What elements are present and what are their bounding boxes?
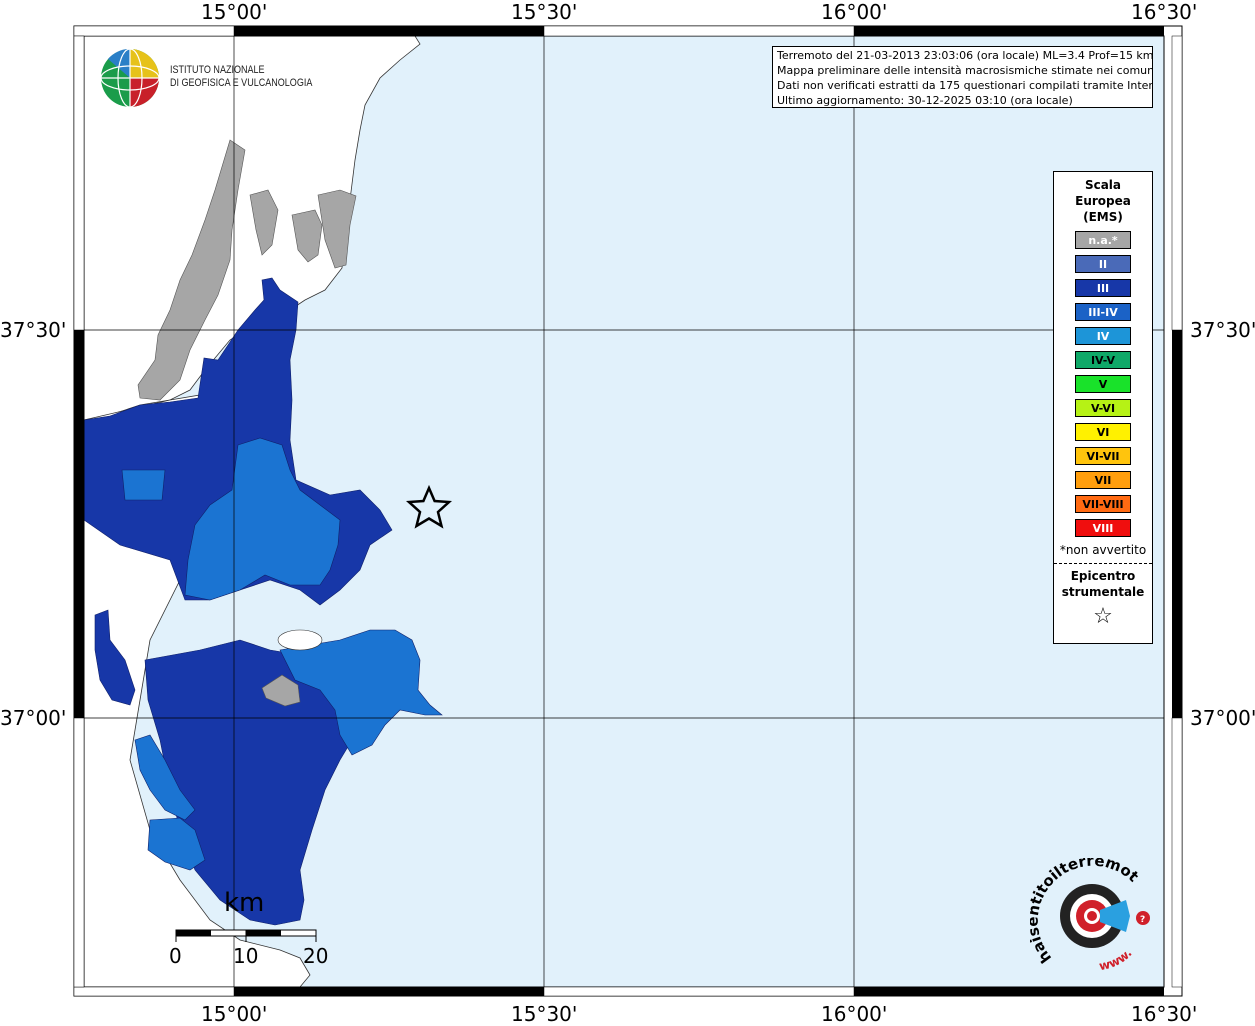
- institute-name: ISTITUTO NAZIONALE DI GEOFISICA E VULCAN…: [170, 64, 312, 90]
- haisentito-logo: ? haisentitoilterremoto.it www.: [1030, 858, 1150, 973]
- info-line-2: Mappa preliminare delle intensità macros…: [777, 64, 1153, 77]
- legend-item-9: VI-VII: [1075, 447, 1131, 465]
- lon-label-top-2: 15°30': [511, 0, 578, 24]
- legend-item-7: V-VI: [1075, 399, 1131, 417]
- legend-title-1: Scala: [1084, 178, 1122, 192]
- svg-text:?: ?: [1140, 915, 1145, 925]
- legend-separator: [1054, 563, 1152, 564]
- legend-item-10: VII: [1075, 471, 1131, 489]
- legend-star-icon: ☆: [1093, 604, 1113, 629]
- lon-label-bottom-3: 16°00': [821, 1002, 888, 1026]
- earthquake-info-box: Terremoto del 21-03-2013 23:03:06 (ora l…: [772, 46, 1153, 108]
- intensity-legend: Scala Europea (EMS) n.a.* II III III-IV IV IV…: [1053, 171, 1153, 644]
- lat-label-left-1: 37°30': [0, 318, 67, 342]
- legend-item-3: III-IV: [1075, 303, 1131, 321]
- lon-label-bottom-2: 15°30': [511, 1002, 578, 1026]
- info-line-4: Ultimo aggiornamento: 30-12-2025 03:10 (…: [777, 94, 1073, 107]
- legend-item-2: III: [1075, 279, 1131, 297]
- legend-title: Scala Europea (EMS): [1054, 177, 1152, 225]
- legend-item-5: IV-V: [1075, 351, 1131, 369]
- legend-item-1: II: [1075, 255, 1131, 273]
- info-line-1: Terremoto del 21-03-2013 23:03:06 (ora l…: [777, 49, 1153, 62]
- lake: [277, 629, 323, 651]
- legend-item-4: IV: [1075, 327, 1131, 345]
- lon-label-bottom-4: 16°30': [1131, 1002, 1198, 1026]
- institute-line-2: DI GEOFISICA E VULCANOLOGIA: [170, 77, 313, 89]
- legend-item-0: n.a.*: [1075, 231, 1131, 249]
- lat-label-right-1: 37°30': [1190, 318, 1255, 342]
- legend-item-6: V: [1075, 375, 1131, 393]
- legend-epicenter-1: Epicentro: [1070, 569, 1136, 583]
- lon-label-top-3: 16°00': [821, 0, 888, 24]
- legend-title-2: Europea: [1075, 194, 1131, 208]
- lat-label-right-2: 37°00': [1190, 706, 1255, 730]
- lon-label-top-4: 16°30': [1131, 0, 1198, 24]
- legend-item-11: VII-VIII: [1075, 495, 1131, 513]
- scale-tick-10: 10: [233, 944, 259, 968]
- legend-title-3: (EMS): [1083, 210, 1123, 224]
- info-line-3: Dati non verificati estratti da 175 ques…: [777, 79, 1153, 92]
- legend-item-8: VI: [1075, 423, 1131, 441]
- legend-epicenter-2: strumentale: [1061, 585, 1145, 599]
- svg-text:www.: www.: [1098, 946, 1135, 973]
- institute-line-1: ISTITUTO NAZIONALE: [170, 64, 265, 76]
- lat-label-left-2: 37°00': [0, 706, 67, 730]
- logo-www: www.: [1098, 946, 1135, 973]
- legend-epicenter: Epicentro strumentale: [1054, 568, 1152, 600]
- legend-item-12: VIII: [1075, 519, 1131, 537]
- legend-items: n.a.* II III III-IV IV IV-V V V-VI VI VI-VII VII VI…: [1054, 231, 1152, 537]
- legend-note: *non avvertito: [1059, 543, 1147, 557]
- lon-label-bottom-1: 15°00': [201, 1002, 268, 1026]
- lon-label-top-1: 15°00': [201, 0, 268, 24]
- scale-tick-20: 20: [303, 944, 329, 968]
- scale-tick-0: 0: [169, 944, 182, 968]
- area-intensity-iv-west: [121, 469, 166, 501]
- scale-unit: km: [224, 888, 265, 918]
